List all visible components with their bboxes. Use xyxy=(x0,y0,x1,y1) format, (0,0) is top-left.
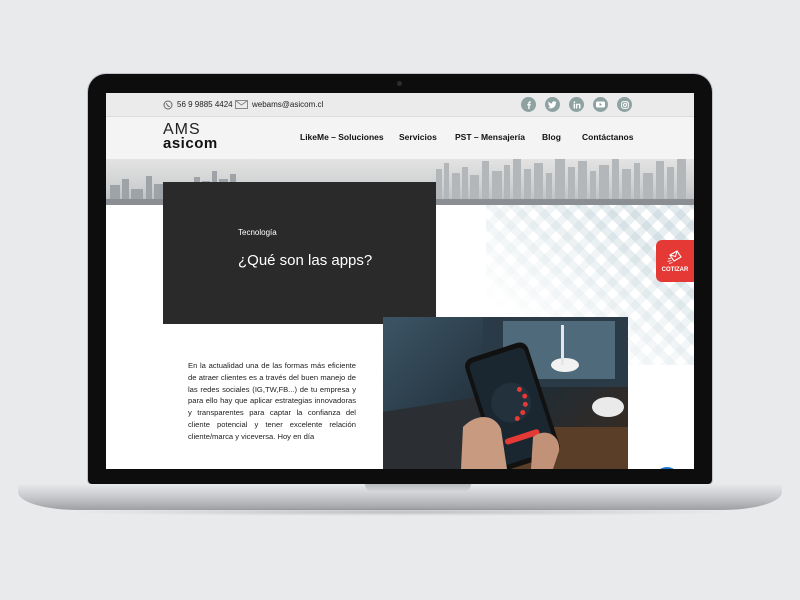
nav-item-pst-mensajeria[interactable]: PST – Mensajería xyxy=(455,132,525,142)
nav-item-contactanos[interactable]: Contáctanos xyxy=(582,132,633,142)
main-navbar: AMS asicom LikeMe – Soluciones Servicios… xyxy=(106,117,694,160)
laptop-notch xyxy=(365,484,471,492)
email-address: webams@asicom.cl xyxy=(252,100,324,109)
laptop-shadow xyxy=(60,508,740,516)
mail-icon xyxy=(235,100,248,109)
nav-item-blog[interactable]: Blog xyxy=(542,132,561,142)
asicom-logo[interactable]: AMS asicom xyxy=(163,122,227,153)
social-links xyxy=(521,97,632,112)
phone-contact[interactable]: 56 9 9885 4424 xyxy=(163,98,233,111)
cotizar-label: COTIZAR xyxy=(661,266,689,273)
youtube-icon[interactable] xyxy=(593,97,608,112)
webcam xyxy=(397,81,402,86)
article-photo xyxy=(383,317,628,469)
instagram-icon[interactable] xyxy=(617,97,632,112)
whatsapp-icon xyxy=(163,100,173,109)
nav-item-servicios[interactable]: Servicios xyxy=(399,132,437,142)
top-contact-bar: 56 9 9885 4424 webams@asicom.cl xyxy=(106,93,694,117)
post-category[interactable]: Tecnología xyxy=(238,228,277,237)
article-body: En la actualidad una de las formas más e… xyxy=(188,361,356,441)
phone-number: 56 9 9885 4424 xyxy=(177,100,233,109)
cotizar-button[interactable]: COTIZAR xyxy=(656,240,694,282)
logo-line-2: asicom xyxy=(163,135,218,152)
nav-item-likeme[interactable]: LikeMe – Soluciones xyxy=(300,132,384,142)
post-title: ¿Qué son las apps? xyxy=(238,252,373,269)
website-screen: 56 9 9885 4424 webams@asicom.cl AMS asic… xyxy=(106,93,694,469)
phone-in-hand-image xyxy=(383,317,628,469)
post-title-card: Tecnología ¿Qué son las apps? xyxy=(163,182,436,324)
email-contact[interactable]: webams@asicom.cl xyxy=(235,98,323,111)
linkedin-icon[interactable] xyxy=(569,97,584,112)
facebook-icon[interactable] xyxy=(521,97,536,112)
laptop-base xyxy=(18,484,782,510)
twitter-icon[interactable] xyxy=(545,97,560,112)
envelope-send-icon xyxy=(667,249,682,264)
